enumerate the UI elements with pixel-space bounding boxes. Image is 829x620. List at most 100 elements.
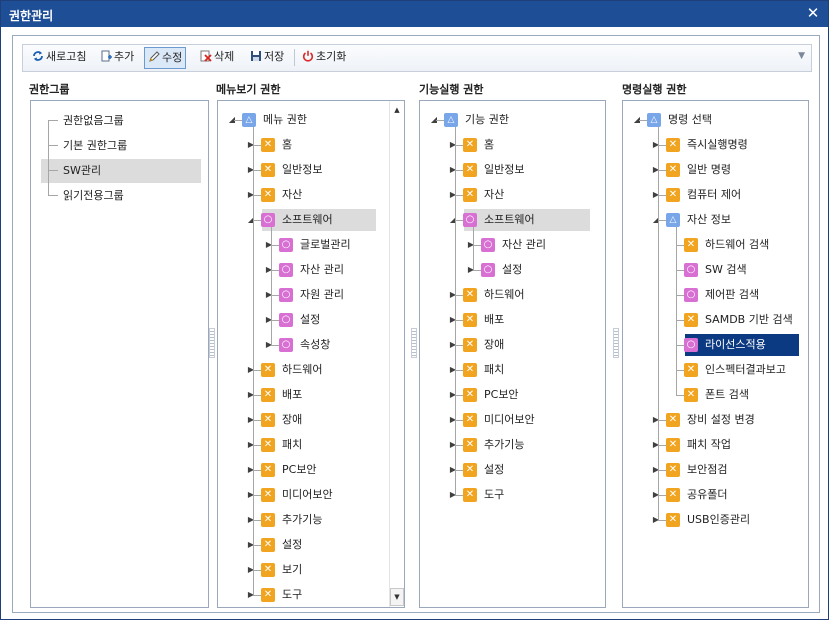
tree-node[interactable]: ✕ SAMDB 기반 검색 xyxy=(623,309,808,331)
denied-check-icon[interactable]: ✕ xyxy=(666,438,680,452)
denied-check-icon[interactable]: ✕ xyxy=(666,413,680,427)
tree-node[interactable]: ▶ ○ 설정 xyxy=(420,259,605,281)
denied-check-icon[interactable]: ✕ xyxy=(463,463,477,477)
tree-node[interactable]: ▶ ✕ 일반정보 xyxy=(218,159,404,181)
denied-check-icon[interactable]: ✕ xyxy=(261,413,275,427)
group-item[interactable]: SW관리 xyxy=(41,159,201,183)
tree-node[interactable]: ▶ ✕ 홈 xyxy=(420,134,605,156)
partial-check-icon[interactable]: △ xyxy=(666,213,680,227)
denied-check-icon[interactable]: ✕ xyxy=(463,413,477,427)
allowed-check-icon[interactable]: ○ xyxy=(279,313,293,327)
tree-node[interactable]: ▶ ✕ 배포 xyxy=(218,384,404,406)
tree-node[interactable]: ✕ 인스펙터결과보고 xyxy=(623,359,808,381)
allowed-check-icon[interactable]: ○ xyxy=(279,238,293,252)
denied-check-icon[interactable]: ✕ xyxy=(261,538,275,552)
tree-node[interactable]: ▶ ✕ 배포 xyxy=(420,309,605,331)
allowed-check-icon[interactable]: ○ xyxy=(279,338,293,352)
tree-node[interactable]: ▶ ✕ 즉시실행명령 xyxy=(623,134,808,156)
tree-node[interactable]: ▶ ✕ 추가기능 xyxy=(218,509,404,531)
denied-check-icon[interactable]: ✕ xyxy=(666,138,680,152)
tree-node[interactable]: ▶ ✕ 공유폴더 xyxy=(623,484,808,506)
tree-node[interactable]: ▶ ✕ 미디어보안 xyxy=(420,409,605,431)
tree-node[interactable]: ▶ ✕ 자산 xyxy=(420,184,605,206)
refresh-button[interactable]: 새로고침 xyxy=(29,47,89,67)
save-button[interactable]: 저장 xyxy=(247,47,287,67)
denied-check-icon[interactable]: ✕ xyxy=(463,288,477,302)
denied-check-icon[interactable]: ✕ xyxy=(463,138,477,152)
tree-node[interactable]: ▶ ✕ 패치 xyxy=(420,359,605,381)
partial-check-icon[interactable]: △ xyxy=(444,113,458,127)
tree-node[interactable]: ◢ ○ 소프트웨어 xyxy=(420,209,605,231)
tree-node[interactable]: ▶ ✕ 보안점검 xyxy=(623,459,808,481)
edit-button[interactable]: 수정 xyxy=(144,47,187,69)
tree-node[interactable]: ○ 제어판 검색 xyxy=(623,284,808,306)
tree-node[interactable]: ▶ ○ 글로벌관리 xyxy=(218,234,404,256)
allowed-check-icon[interactable]: ○ xyxy=(684,263,698,277)
tree-node[interactable]: ✕ 폰트 검색 xyxy=(623,384,808,406)
denied-check-icon[interactable]: ✕ xyxy=(261,188,275,202)
tree-node[interactable]: ▶ ✕ 장애 xyxy=(420,334,605,356)
tree-node[interactable]: ▶ ✕ 장애 xyxy=(218,409,404,431)
tree-node[interactable]: ▶ ○ 자산 관리 xyxy=(218,259,404,281)
denied-check-icon[interactable]: ✕ xyxy=(261,388,275,402)
denied-check-icon[interactable]: ✕ xyxy=(261,138,275,152)
allowed-check-icon[interactable]: ○ xyxy=(481,238,495,252)
allowed-check-icon[interactable]: ○ xyxy=(261,213,275,227)
tree-node[interactable]: ▶ ✕ USB인증관리 xyxy=(623,509,808,531)
tree-node[interactable]: ▶ ○ 자산 관리 xyxy=(420,234,605,256)
tree-node[interactable]: ▶ ○ 자원 관리 xyxy=(218,284,404,306)
tree-node[interactable]: ▶ ✕ 패치 xyxy=(218,434,404,456)
allowed-check-icon[interactable]: ○ xyxy=(463,213,477,227)
tree-node[interactable]: ▶ ✕ PC보안 xyxy=(420,384,605,406)
allowed-check-icon[interactable]: ○ xyxy=(481,263,495,277)
delete-button[interactable]: 삭제 xyxy=(197,47,237,67)
tree-node[interactable]: ✕ 하드웨어 검색 xyxy=(623,234,808,256)
denied-check-icon[interactable]: ✕ xyxy=(463,188,477,202)
splitter-handle[interactable] xyxy=(411,328,417,358)
close-icon[interactable]: ✕ xyxy=(804,4,822,22)
tree-node[interactable]: ▶ ✕ 홈 xyxy=(218,134,404,156)
reset-button[interactable]: 초기화 xyxy=(299,47,349,67)
denied-check-icon[interactable]: ✕ xyxy=(684,363,698,377)
denied-check-icon[interactable]: ✕ xyxy=(684,238,698,252)
tree-node[interactable]: ○ 라이선스적용 xyxy=(623,334,808,356)
denied-check-icon[interactable]: ✕ xyxy=(261,488,275,502)
tree-node[interactable]: ▶ ✕ 장비 설정 변경 xyxy=(623,409,808,431)
denied-check-icon[interactable]: ✕ xyxy=(684,388,698,402)
toolbar-overflow-icon[interactable]: ▼ xyxy=(798,51,805,61)
tree-node[interactable]: ▶ ✕ 보기 xyxy=(218,559,404,581)
tree-node[interactable]: ▶ ✕ PC보안 xyxy=(218,459,404,481)
tree-node[interactable]: ◢ △ 자산 정보 xyxy=(623,209,808,231)
partial-check-icon[interactable]: △ xyxy=(242,113,256,127)
group-item[interactable]: 읽기전용그룹 xyxy=(41,184,201,208)
denied-check-icon[interactable]: ✕ xyxy=(261,563,275,577)
tree-node[interactable]: ▶ ○ 속성창 xyxy=(218,334,404,356)
denied-check-icon[interactable]: ✕ xyxy=(261,588,275,602)
denied-check-icon[interactable]: ✕ xyxy=(666,188,680,202)
tree-node[interactable]: ▶ ✕ 설정 xyxy=(218,534,404,556)
tree-node[interactable]: ◢ △ 메뉴 권한 xyxy=(218,109,404,131)
denied-check-icon[interactable]: ✕ xyxy=(261,363,275,377)
denied-check-icon[interactable]: ✕ xyxy=(666,163,680,177)
tree-node[interactable]: ▶ ✕ 컴퓨터 제어 xyxy=(623,184,808,206)
tree-node[interactable]: ▶ ✕ 도구 xyxy=(218,584,404,606)
denied-check-icon[interactable]: ✕ xyxy=(463,163,477,177)
tree-node[interactable]: ◢ △ 기능 권한 xyxy=(420,109,605,131)
tree-node[interactable]: ▶ ○ 설정 xyxy=(218,309,404,331)
denied-check-icon[interactable]: ✕ xyxy=(463,338,477,352)
tree-node[interactable]: ▶ ✕ 도구 xyxy=(420,484,605,506)
denied-check-icon[interactable]: ✕ xyxy=(261,438,275,452)
denied-check-icon[interactable]: ✕ xyxy=(463,363,477,377)
denied-check-icon[interactable]: ✕ xyxy=(684,313,698,327)
tree-node[interactable]: ▶ ✕ 추가기능 xyxy=(420,434,605,456)
tree-node[interactable]: ▶ ✕ 일반정보 xyxy=(420,159,605,181)
tree-node[interactable]: ▶ ✕ 자산 xyxy=(218,184,404,206)
tree-node[interactable]: ▶ ✕ 일반 명령 xyxy=(623,159,808,181)
tree-node[interactable]: ▶ ✕ 하드웨어 xyxy=(218,359,404,381)
denied-check-icon[interactable]: ✕ xyxy=(463,313,477,327)
allowed-check-icon[interactable]: ○ xyxy=(279,263,293,277)
denied-check-icon[interactable]: ✕ xyxy=(463,438,477,452)
tree-node[interactable]: ◢ △ 명령 선택 xyxy=(623,109,808,131)
allowed-check-icon[interactable]: ○ xyxy=(684,338,698,352)
splitter-handle[interactable] xyxy=(209,328,215,358)
